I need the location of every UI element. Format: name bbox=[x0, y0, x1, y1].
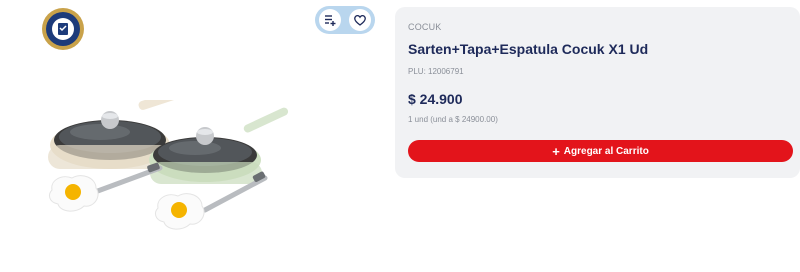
favorite-button[interactable] bbox=[349, 9, 371, 31]
product-title: Sarten+Tapa+Espatula Cocuk X1 Ud bbox=[408, 41, 649, 57]
cookware-set-image bbox=[48, 87, 289, 230]
product-price: $ 24.900 bbox=[408, 91, 463, 107]
product-image-area bbox=[0, 0, 390, 272]
product-plu: PLU: 12006791 bbox=[408, 67, 464, 76]
add-to-cart-label: Agregar al Carrito bbox=[563, 145, 649, 157]
add-to-list-button[interactable] bbox=[319, 9, 341, 31]
product-brand: COCUK bbox=[408, 22, 442, 32]
add-to-list-icon bbox=[325, 15, 336, 26]
unit-price: 1 und (und a $ 24900.00) bbox=[408, 115, 498, 124]
product-info-card: COCUK Sarten+Tapa+Espatula Cocuk X1 Ud P… bbox=[395, 7, 800, 178]
product-actions bbox=[315, 6, 375, 34]
product-image bbox=[40, 87, 320, 240]
certification-seal-icon bbox=[42, 8, 84, 50]
heart-icon bbox=[354, 14, 366, 26]
add-to-cart-button[interactable]: + Agregar al Carrito bbox=[408, 140, 793, 162]
certification-badge bbox=[41, 7, 85, 51]
plus-icon: + bbox=[552, 143, 560, 159]
